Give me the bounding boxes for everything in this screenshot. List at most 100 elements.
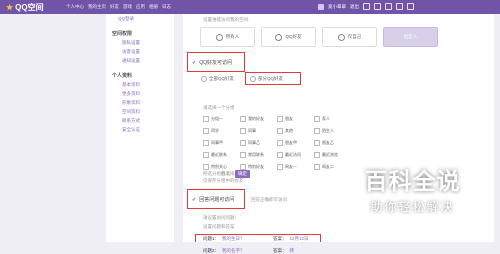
avatar[interactable]: [318, 3, 324, 10]
nav-home[interactable]: 我的主页: [88, 4, 106, 10]
qzone-logo[interactable]: ★ QQ空间: [6, 2, 44, 13]
tab-label: 仅自己: [347, 34, 362, 39]
group-checkbox[interactable]: 同事: [240, 128, 277, 134]
sidebar-item-qq-login[interactable]: QQ登录: [118, 16, 134, 22]
group-checkbox[interactable]: 同事甲: [203, 140, 240, 146]
checkbox-icon: [314, 116, 320, 122]
sidebar-item-privacy[interactable]: 隐私设置: [122, 40, 140, 46]
group-checkbox[interactable]: 其他: [277, 128, 314, 134]
checkbox-icon: [240, 116, 246, 122]
apps-icon[interactable]: [396, 3, 403, 10]
question-1-label: 问题1：: [203, 236, 220, 241]
group-checkbox[interactable]: 我的好友: [240, 116, 277, 122]
logout-link[interactable]: 退出: [350, 4, 359, 10]
tab-qq-friends[interactable]: QQ好友: [261, 27, 316, 47]
checkbox-label: 我的好友: [248, 116, 264, 121]
group-checkbox-grid: 分组一 我的好友 朋友 家人 同学 同事 其他 陌生人 同事甲 同事乙 朋友甲 …: [203, 116, 353, 170]
tab-label: QQ好友: [285, 34, 302, 39]
checkbox-icon: [203, 128, 209, 134]
checkbox-icon: [277, 152, 283, 158]
answer-2-label: 答案：: [273, 248, 287, 253]
sidebar-item-basic[interactable]: 基本资料: [122, 82, 140, 88]
friends-icon: [275, 33, 283, 41]
nav-games[interactable]: 游戏: [123, 4, 132, 10]
checkbox-icon: [314, 152, 320, 158]
group-checkbox[interactable]: 最近访问: [277, 152, 314, 158]
group-checkbox[interactable]: 家人: [314, 116, 351, 122]
checkbox-label: 同事乙: [248, 140, 260, 145]
tab-everyone[interactable]: 所有人: [200, 27, 255, 47]
radio-icon: [201, 76, 207, 82]
checkbox-label: 朋友: [285, 116, 293, 121]
checkbox-label: 最近联系: [211, 152, 227, 157]
group-checkbox[interactable]: 同事乙: [240, 140, 277, 146]
question-note: 回答正确即可访问: [251, 197, 287, 202]
watermark-subtitle: 助你轻松解决: [370, 200, 455, 214]
group-checkbox[interactable]: 最近联系: [203, 152, 240, 158]
section-qq-friends[interactable]: ✓ QQ好友可访问: [192, 59, 232, 66]
mail-icon[interactable]: [363, 3, 370, 10]
checkbox-label: 同事甲: [211, 140, 223, 145]
group-checkbox[interactable]: 朋友乙: [314, 140, 351, 146]
nav-apps[interactable]: 应用: [136, 4, 145, 10]
option-partial-friends[interactable]: 部分QQ好友: [250, 76, 283, 82]
answer-1-label: 答案：: [273, 236, 287, 241]
group-checkbox[interactable]: 朋友甲: [277, 140, 314, 146]
watermark: 百科全说 助你轻松解决: [355, 162, 470, 215]
user-area: 爱小翠翠 退出: [318, 3, 414, 10]
star-icon: ★: [6, 3, 14, 12]
nav-friends[interactable]: 好友: [110, 4, 119, 10]
sidebar-item-avatar[interactable]: 形象资料: [122, 100, 140, 106]
lock-icon: [337, 33, 345, 41]
group-checkbox[interactable]: 分组一: [203, 116, 240, 122]
heart-icon[interactable]: [407, 3, 414, 10]
group-checkbox[interactable]: 最近浏览: [314, 152, 351, 158]
settings-sidebar: QQ登录 空间权限 隐私设置 访客设置 通知设置 个人资料 基本资料 更多资料 …: [106, 14, 175, 242]
group-checkbox[interactable]: 陌生人: [314, 128, 351, 134]
settings-icon[interactable]: [385, 3, 392, 10]
question-2-label: 问题2：: [203, 248, 220, 253]
checkbox-label: 网友一: [285, 164, 297, 169]
checkbox-label: 朋友乙: [322, 140, 334, 145]
nav-blog[interactable]: 日志: [162, 4, 171, 10]
group-checkbox[interactable]: 同学: [203, 128, 240, 134]
sidebar-item-security[interactable]: 安全认证: [122, 127, 140, 133]
question-1-value[interactable]: 我的生日？: [222, 236, 245, 241]
question-2: 问题2： 我的名字？: [203, 248, 245, 254]
group-checkbox[interactable]: 常用联系: [240, 152, 277, 158]
section-question[interactable]: ✓ 回答问题可访问: [192, 196, 234, 203]
question-2-value[interactable]: 我的名字？: [222, 248, 245, 253]
checkbox-icon: [314, 140, 320, 146]
checkbox-icon: [240, 152, 246, 158]
nav-personal-center[interactable]: 个人中心: [66, 4, 84, 10]
checkbox-label: 常用联系: [248, 152, 264, 157]
top-navigation-bar: ★ QQ空间 个人中心 我的主页 好友 游戏 应用 相册 日志 爱小翠翠 退出: [0, 0, 500, 14]
sidebar-item-visitors[interactable]: 访客设置: [122, 49, 140, 55]
question-prompt: 请设置访问问题：: [203, 215, 239, 220]
sidebar-item-more[interactable]: 更多资料: [122, 91, 140, 97]
group-checkbox[interactable]: 朋友: [277, 116, 314, 122]
checkbox-label: 特别好友: [248, 164, 264, 169]
globe-icon: [215, 33, 223, 41]
answer-2-value[interactable]: 韩: [290, 248, 295, 253]
tab-label: 指定人: [403, 34, 418, 39]
tab-specified[interactable]: 指定人: [383, 27, 438, 47]
sidebar-group-profile: 个人资料: [112, 73, 133, 79]
answer-1-value[interactable]: 12月12日: [290, 236, 309, 241]
checkbox-label: 最近浏览: [322, 152, 338, 157]
nav-album[interactable]: 相册: [149, 4, 158, 10]
bell-icon[interactable]: [374, 3, 381, 10]
group-checkbox[interactable]: 网友一: [277, 164, 314, 170]
option-all-friends[interactable]: 全部QQ好友: [201, 76, 234, 82]
question-1: 问题1： 我的生日？: [203, 236, 245, 242]
sidebar-item-notifications[interactable]: 通知设置: [122, 58, 140, 64]
tab-only-me[interactable]: 仅自己: [322, 27, 377, 47]
sidebar-item-space[interactable]: 空间资料: [122, 109, 140, 115]
group-checkbox[interactable]: 网友二: [314, 164, 351, 170]
group-checkbox[interactable]: 特别关心: [203, 164, 240, 170]
confirm-button[interactable]: 确定: [235, 170, 250, 178]
answer-1: 答案： 12月12日: [273, 236, 309, 242]
checkbox-label: 分组一: [211, 116, 223, 121]
sidebar-item-contact[interactable]: 联系方式: [122, 118, 140, 124]
user-name[interactable]: 爱小翠翠: [328, 4, 346, 10]
